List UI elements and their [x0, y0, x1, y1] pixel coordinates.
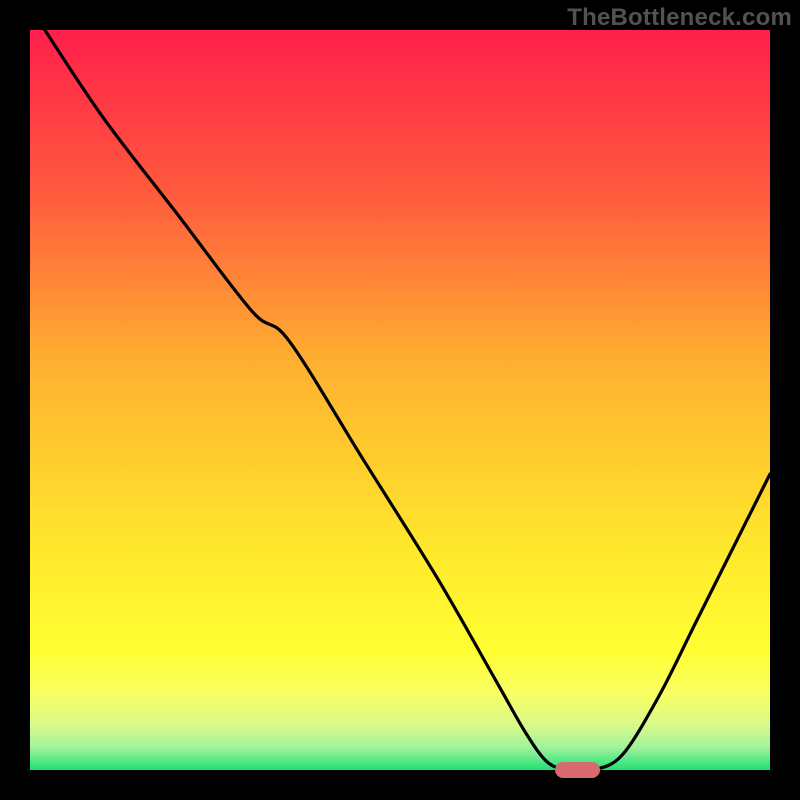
- optimal-marker: [555, 762, 599, 778]
- watermark-text: TheBottleneck.com: [567, 4, 792, 32]
- gradient-background: [30, 30, 770, 770]
- plot-svg: [30, 30, 770, 770]
- chart-frame: TheBottleneck.com: [0, 0, 800, 800]
- bottleneck-plot: [30, 30, 770, 770]
